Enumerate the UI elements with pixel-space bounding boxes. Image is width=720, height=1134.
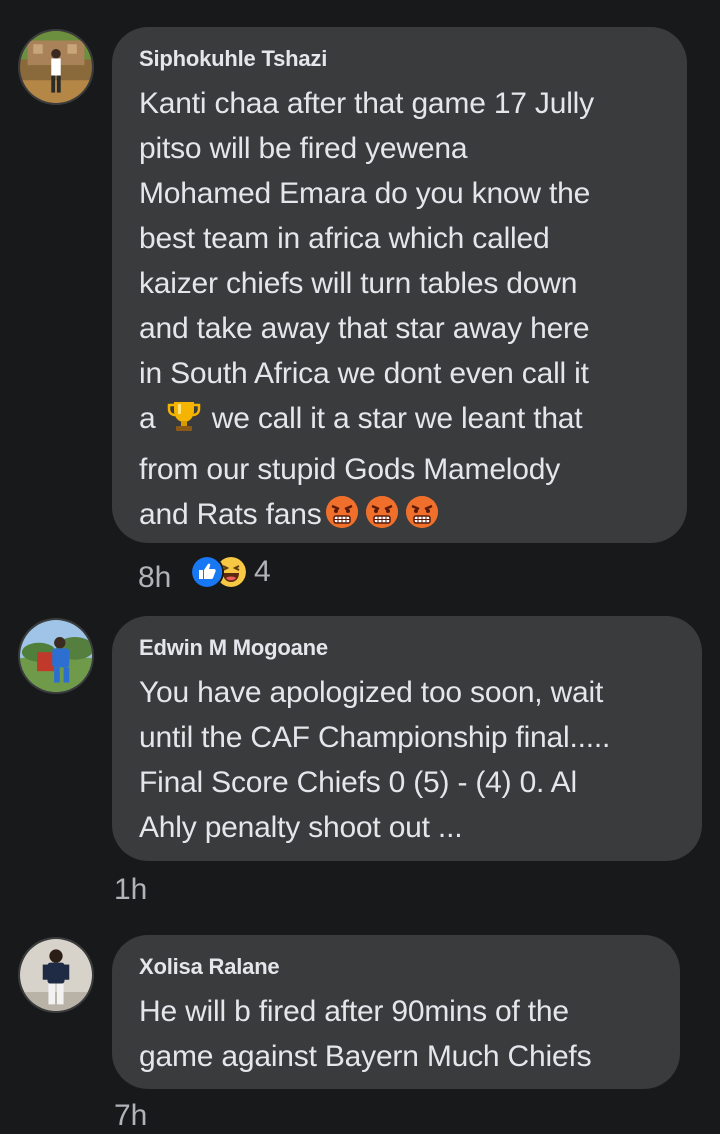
comment-text: You have apologized too soon, wait until… bbox=[139, 670, 674, 850]
comment-line: until the CAF Championship final..... bbox=[139, 721, 611, 754]
comment-line: from our stupid Gods Mamelody bbox=[139, 453, 561, 486]
comment-line: in South Africa we dont even call it bbox=[139, 357, 589, 390]
comment-line: Mohamed Emara do you know the bbox=[139, 177, 591, 210]
comment-line: Ahly penalty shoot out ... bbox=[139, 811, 463, 844]
comment-time[interactable]: 8h bbox=[138, 560, 171, 596]
angry-face-emoji bbox=[324, 494, 360, 543]
comment-line: Kanti chaa after that game 17 Jully bbox=[139, 87, 594, 120]
comment-word: we call it a star we leant that bbox=[211, 402, 583, 435]
comment-author[interactable]: Siphokuhle Tshazi bbox=[139, 45, 659, 73]
like-reaction-icon bbox=[190, 555, 224, 589]
comment-line: game against Bayern Much Chiefs bbox=[139, 1040, 592, 1073]
comment-word: a bbox=[139, 402, 156, 435]
angry-face-emoji bbox=[364, 494, 400, 543]
comment-line: a we call it a star we leant that bbox=[139, 396, 659, 447]
reaction-summary[interactable]: 4 bbox=[190, 555, 271, 589]
comment-line: and Rats fans bbox=[139, 492, 659, 543]
comment-bubble[interactable]: Siphokuhle Tshazi Kanti chaa after that … bbox=[112, 27, 687, 543]
comment-line: kaizer chiefs will turn tables down bbox=[139, 267, 578, 300]
avatar[interactable] bbox=[18, 937, 94, 1013]
comment-text: He will b fired after 90mins of the game… bbox=[139, 989, 652, 1079]
comment-time[interactable]: 7h bbox=[114, 1098, 147, 1134]
reaction-count: 4 bbox=[254, 555, 271, 588]
comment-line: best team in africa which called bbox=[139, 222, 550, 255]
comment-time[interactable]: 1h bbox=[114, 872, 147, 908]
comment-text: Kanti chaa after that game 17 Jully pits… bbox=[139, 81, 659, 543]
comment-word: and Rats fans bbox=[139, 498, 322, 531]
avatar-photo bbox=[20, 620, 92, 692]
comment-line: pitso will be fired yewena bbox=[139, 132, 468, 165]
trophy-emoji bbox=[166, 398, 202, 447]
comment-author[interactable]: Xolisa Ralane bbox=[139, 953, 652, 981]
comment-bubble[interactable]: Xolisa Ralane He will b fired after 90mi… bbox=[112, 935, 680, 1089]
comment-author[interactable]: Edwin M Mogoane bbox=[139, 634, 674, 662]
avatar-photo bbox=[20, 31, 92, 103]
comment-line: and take away that star away here bbox=[139, 312, 590, 345]
avatar-photo bbox=[20, 939, 92, 1011]
comment-line: You have apologized too soon, wait bbox=[139, 676, 604, 709]
angry-face-emoji bbox=[404, 494, 440, 543]
avatar[interactable] bbox=[18, 29, 94, 105]
comment-line: He will b fired after 90mins of the bbox=[139, 995, 569, 1028]
comment-line: Final Score Chiefs 0 (5) - (4) 0. Al bbox=[139, 766, 577, 799]
avatar[interactable] bbox=[18, 618, 94, 694]
comment-bubble[interactable]: Edwin M Mogoane You have apologized too … bbox=[112, 616, 702, 861]
